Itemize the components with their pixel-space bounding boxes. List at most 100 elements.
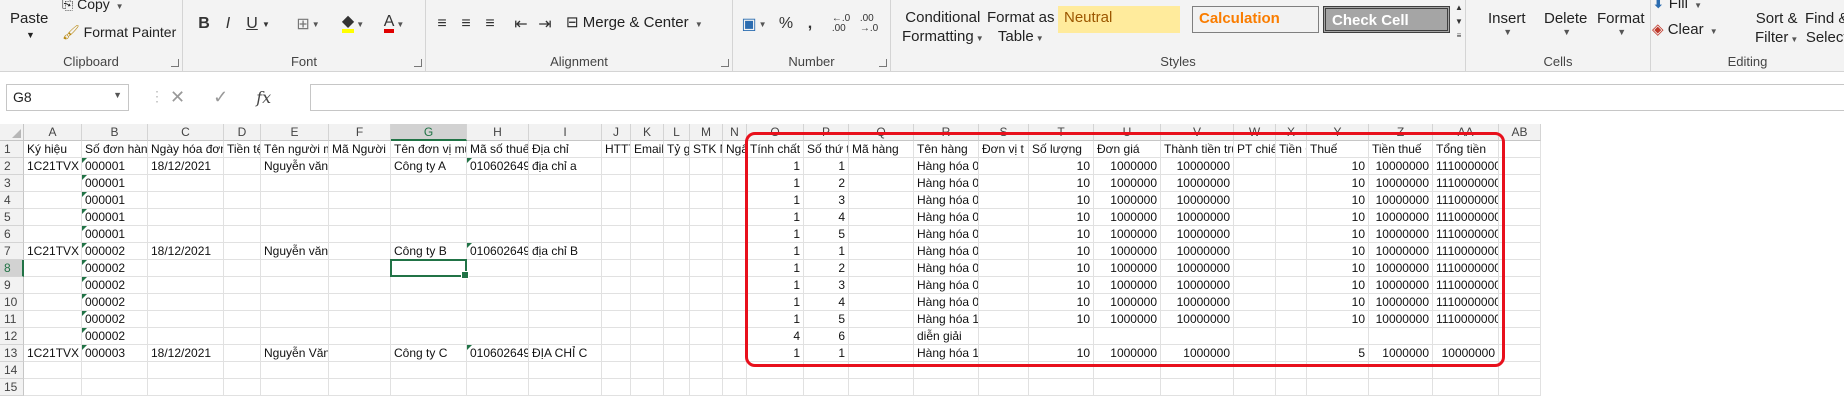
grid-cell[interactable]: 000001 (82, 226, 148, 243)
header-cell[interactable]: Mã số thuế (467, 141, 529, 158)
grid-cell[interactable] (224, 345, 261, 362)
grid-cell[interactable] (690, 175, 723, 192)
grid-cell[interactable] (723, 226, 747, 243)
grid-cell[interactable] (631, 328, 664, 345)
grid-cell[interactable] (148, 260, 224, 277)
grid-cell[interactable] (914, 379, 979, 396)
grid-cell[interactable]: 000001 (82, 158, 148, 175)
grid-cell[interactable] (329, 226, 391, 243)
font-launcher-icon[interactable] (414, 59, 422, 67)
header-cell[interactable]: Tiền tệ (224, 141, 261, 158)
grid-cell[interactable] (24, 328, 82, 345)
grid-cell[interactable] (391, 328, 467, 345)
grid-cell[interactable] (723, 294, 747, 311)
grid-cell[interactable] (1234, 379, 1276, 396)
grid-cell[interactable] (261, 294, 329, 311)
grid-cell[interactable] (602, 294, 631, 311)
grid-cell[interactable] (1499, 379, 1541, 396)
grid-cell[interactable] (664, 175, 690, 192)
grid-cell[interactable] (1499, 345, 1541, 362)
style-calculation[interactable]: Calculation (1192, 6, 1319, 33)
grid-cell[interactable] (690, 277, 723, 294)
column-header-i[interactable]: I (529, 124, 602, 141)
grid-cell[interactable] (631, 277, 664, 294)
grid-cell[interactable]: 000001 (82, 192, 148, 209)
grid-cell[interactable] (664, 260, 690, 277)
styles-scroll-up-icon[interactable]: ▲ (1453, 0, 1465, 14)
fill-button[interactable]: ⬇ Fill ▼ (1652, 0, 1702, 12)
grid-cell[interactable] (602, 260, 631, 277)
alignment-launcher-icon[interactable] (721, 59, 729, 67)
grid-cell[interactable] (148, 311, 224, 328)
grid-cell[interactable]: 0106026495 (467, 243, 529, 260)
copy-button[interactable]: ⎘ Copy ▼ (62, 0, 124, 13)
grid-cell[interactable] (391, 175, 467, 192)
grid-cell[interactable] (467, 209, 529, 226)
grid-cell[interactable] (602, 175, 631, 192)
grid-cell[interactable] (467, 294, 529, 311)
grid-cell[interactable] (391, 226, 467, 243)
grid-cell[interactable] (24, 277, 82, 294)
column-header-g[interactable]: G (391, 124, 467, 141)
grid-cell[interactable] (24, 294, 82, 311)
grid-cell[interactable] (467, 328, 529, 345)
grid-cell[interactable] (224, 226, 261, 243)
grid-cell[interactable] (529, 362, 602, 379)
grid-cell[interactable] (467, 362, 529, 379)
grid-cell[interactable] (329, 311, 391, 328)
grid-cell[interactable] (1094, 379, 1161, 396)
grid-cell[interactable] (529, 260, 602, 277)
align-right-icon[interactable]: ≡ (480, 13, 500, 35)
grid-cell[interactable] (690, 294, 723, 311)
grid-cell[interactable] (1499, 362, 1541, 379)
row-header-4[interactable]: 4 (0, 192, 24, 209)
grid-cell[interactable] (631, 379, 664, 396)
grid-cell[interactable]: 000002 (82, 277, 148, 294)
row-header-3[interactable]: 3 (0, 175, 24, 192)
grid-cell[interactable] (1499, 209, 1541, 226)
grid-cell[interactable] (602, 243, 631, 260)
column-header-n[interactable]: N (723, 124, 747, 141)
grid-cell[interactable] (690, 260, 723, 277)
name-box[interactable]: G8 ▼ (6, 84, 129, 111)
style-check-cell[interactable]: Check Cell (1323, 6, 1450, 33)
borders-icon[interactable]: ⊞ ▼ (293, 13, 323, 35)
header-cell[interactable]: Mã Người mu (329, 141, 391, 158)
grid-cell[interactable] (602, 226, 631, 243)
grid-cell[interactable] (664, 243, 690, 260)
grid-cell[interactable] (1499, 175, 1541, 192)
name-box-dropdown-icon[interactable]: ▼ (113, 90, 122, 100)
grid-cell[interactable] (148, 294, 224, 311)
grid-cell[interactable] (467, 311, 529, 328)
grid-cell[interactable] (224, 362, 261, 379)
grid-cell[interactable] (664, 158, 690, 175)
grid-cell[interactable] (690, 226, 723, 243)
grid-cell[interactable] (631, 362, 664, 379)
grid-cell[interactable] (1433, 379, 1499, 396)
row-header-2[interactable]: 2 (0, 158, 24, 175)
active-cell-selection[interactable] (390, 259, 469, 279)
grid-cell[interactable] (1307, 379, 1369, 396)
grid-cell[interactable] (82, 362, 148, 379)
grid-cell[interactable] (690, 362, 723, 379)
grid-cell[interactable] (148, 175, 224, 192)
row-header-5[interactable]: 5 (0, 209, 24, 226)
grid-cell[interactable] (529, 175, 602, 192)
align-left-icon[interactable]: ≡ (432, 13, 452, 35)
grid-cell[interactable] (329, 294, 391, 311)
grid-cell[interactable] (329, 243, 391, 260)
grid-cell[interactable] (1499, 277, 1541, 294)
format-as-table-button[interactable]: Format as Table ▼ (987, 8, 1055, 48)
paste-button[interactable]: Paste (10, 10, 48, 27)
grid-cell[interactable] (723, 379, 747, 396)
grid-cell[interactable]: 18/12/2021 (148, 243, 224, 260)
comma-style-button[interactable]: , (803, 13, 817, 35)
row-header-13[interactable]: 13 (0, 345, 24, 362)
grid-cell[interactable] (690, 158, 723, 175)
grid-cell[interactable] (529, 294, 602, 311)
grid-cell[interactable] (849, 379, 914, 396)
grid-cell[interactable] (224, 158, 261, 175)
grid-cell[interactable] (261, 192, 329, 209)
grid-cell[interactable] (24, 311, 82, 328)
grid-cell[interactable] (664, 362, 690, 379)
